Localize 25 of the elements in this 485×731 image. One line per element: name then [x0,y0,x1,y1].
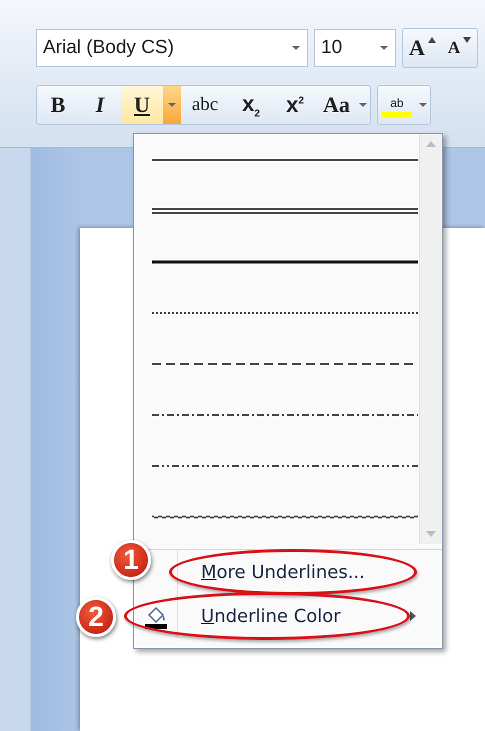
step-badge: 1 [111,540,151,580]
underline-button[interactable]: U [121,86,163,124]
shrink-font-button[interactable]: A [442,29,478,67]
bold-button[interactable]: B [37,86,79,124]
italic-button[interactable]: I [79,86,121,124]
more-underlines-item[interactable]: More Underlines... [201,562,365,582]
submenu-arrow-icon [410,611,416,621]
font-size-field[interactable]: 10 [314,29,396,67]
up-triangle-icon [428,37,436,43]
caret-icon[interactable] [379,45,389,51]
subscript-button[interactable]: x$_{2}$ [229,86,273,124]
change-case-button[interactable]: Aa [317,86,356,124]
dropdown-arrow-button[interactable] [163,86,181,124]
caret-icon [167,102,177,108]
down-triangle-icon [463,37,472,43]
highlight-color-bar [382,112,412,117]
font-name-field[interactable]: Arial (Body CS) [36,29,308,67]
caret-icon [358,102,368,108]
underline-style-option[interactable] [152,206,418,216]
grow-font-button[interactable]: A [403,29,442,67]
superscript-button[interactable]: x$^{2}$ [273,86,317,124]
underline-color-item[interactable]: Underline Color [201,606,341,626]
strikethrough-button[interactable]: abc [181,86,229,124]
caret-icon[interactable] [291,45,301,51]
caret-icon [418,102,428,108]
